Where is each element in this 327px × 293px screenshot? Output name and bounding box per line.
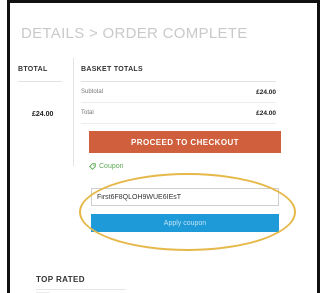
total-label: Total bbox=[81, 110, 94, 116]
basket-totals: BASKET TOTALS Subtotal £24.00 Total £24.… bbox=[81, 66, 276, 124]
total-row: Total £24.00 bbox=[81, 103, 276, 124]
divider bbox=[18, 81, 62, 82]
subtotal-value: £24.00 bbox=[256, 89, 276, 96]
line-item-subtotal: £24.00 bbox=[32, 111, 54, 118]
column-divider bbox=[73, 58, 74, 166]
top-rated-header: TOP RATED bbox=[36, 275, 85, 284]
checkout-breadcrumb: DETAILS > ORDER COMPLETE bbox=[21, 25, 248, 42]
page-frame: DETAILS > ORDER COMPLETE BTOTAL £24.00 B… bbox=[7, 0, 320, 293]
coupon-link-label: Coupon bbox=[99, 163, 124, 170]
highlight-annotation bbox=[79, 173, 296, 251]
total-value: £24.00 bbox=[256, 110, 276, 117]
subtotal-row: Subtotal £24.00 bbox=[81, 82, 276, 103]
subtotal-column-header: BTOTAL bbox=[18, 66, 48, 73]
cart-subtotal-column: BTOTAL £24.00 bbox=[18, 66, 66, 118]
tag-icon bbox=[89, 163, 96, 170]
divider bbox=[36, 289, 126, 290]
coupon-toggle-link[interactable]: Coupon bbox=[89, 163, 124, 170]
proceed-to-checkout-button[interactable]: PROCEED TO CHECKOUT bbox=[89, 131, 281, 153]
basket-totals-header: BASKET TOTALS bbox=[81, 66, 143, 73]
subtotal-label: Subtotal bbox=[81, 89, 104, 95]
